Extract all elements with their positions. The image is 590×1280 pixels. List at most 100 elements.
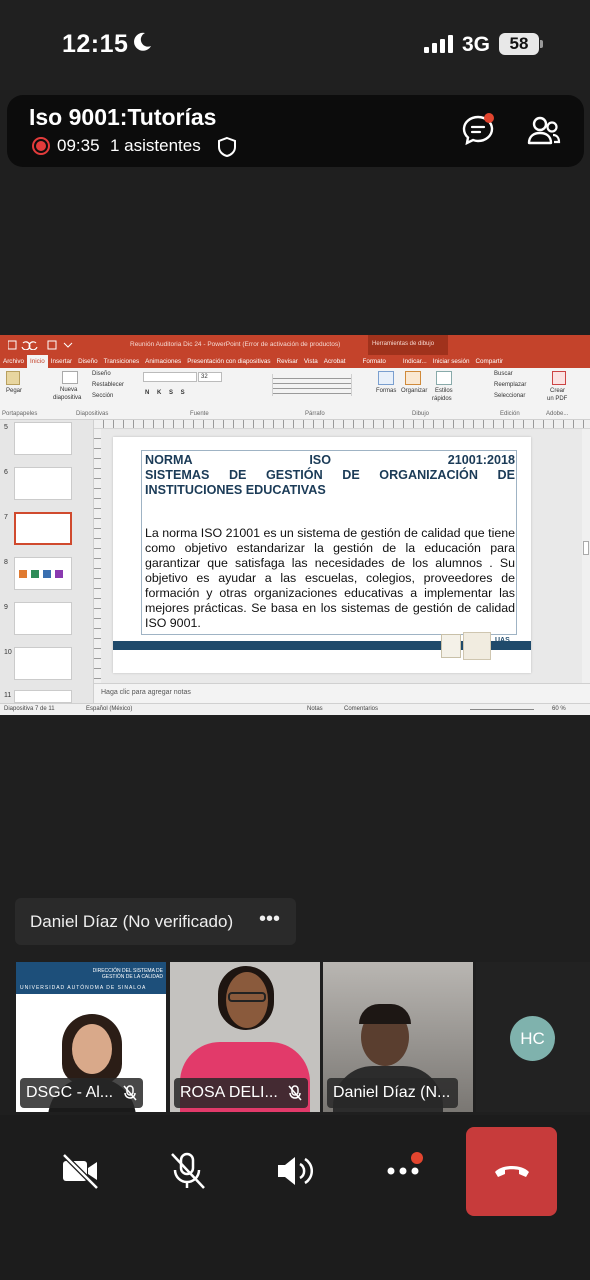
camera-off-icon[interactable]	[57, 1148, 103, 1194]
quick-access-icons[interactable]	[8, 340, 78, 350]
slide-body-text[interactable]: La norma ISO 21001 es un sistema de gest…	[145, 526, 515, 631]
group-label: Dibujo	[412, 411, 430, 417]
language-status[interactable]: Español (México)	[86, 706, 132, 712]
tab-indicar[interactable]: Indicar...	[400, 358, 430, 365]
create-pdf-label-2[interactable]: un PDF	[547, 396, 567, 402]
find-button[interactable]: Buscar	[494, 371, 513, 377]
participant-tile[interactable]: ROSA DELI...	[170, 962, 320, 1112]
participant-name: Daniel Díaz (N...	[333, 1084, 451, 1101]
battery-tip	[540, 40, 543, 48]
quick-styles-label[interactable]: Estilos	[435, 388, 453, 394]
comments-toggle[interactable]: Comentarios	[344, 706, 378, 712]
bold-italic-buttons[interactable]: N K S S	[145, 390, 188, 396]
notes-pane[interactable]: Haga clic para agregar notas	[94, 683, 590, 703]
tab-transiciones[interactable]: Transiciones	[101, 358, 142, 365]
paste-icon[interactable]	[6, 371, 20, 385]
quick-styles-icon[interactable]	[436, 371, 452, 385]
shared-screen[interactable]: Reunión Auditoria Dic 24 - PowerPoint (E…	[0, 335, 590, 715]
meeting-header: Iso 9001:Tutorías 09:35 1 asistentes	[7, 95, 584, 167]
slide-thumbnail[interactable]	[14, 690, 72, 703]
tab-vista[interactable]: Vista	[301, 358, 321, 365]
arrange-label[interactable]: Organizar	[401, 388, 427, 394]
slide-thumbnail[interactable]	[14, 647, 72, 680]
slide-thumbnail[interactable]	[14, 602, 72, 635]
tab-inicio[interactable]: Inicio	[27, 355, 48, 368]
slide-thumbnail[interactable]	[14, 422, 72, 455]
select-button[interactable]: Seleccionar	[494, 393, 525, 399]
slide-thumbnail[interactable]	[14, 557, 72, 590]
slide-canvas[interactable]: NORMA ISO 21001:2018 SISTEMAS DE GESTIÓN…	[101, 429, 582, 683]
new-slide-icon[interactable]	[62, 371, 78, 384]
create-pdf-label[interactable]: Crear	[550, 388, 565, 394]
status-bar: 12:15 3G 58	[0, 0, 590, 90]
participant-tile[interactable]: HC	[476, 962, 590, 1112]
battery-icon: 58	[499, 33, 539, 55]
group-label: Portapapeles	[2, 411, 38, 417]
tab-acrobat[interactable]: Acrobat	[321, 358, 349, 365]
speaker-icon[interactable]	[272, 1148, 318, 1194]
mic-off-icon[interactable]	[164, 1148, 210, 1194]
tab-formato[interactable]: Formato	[348, 358, 399, 365]
font-size-field[interactable]: 32	[198, 372, 222, 382]
participant-name: ROSA DELI...	[180, 1084, 278, 1101]
tab-archivo[interactable]: Archivo	[0, 358, 27, 365]
arrange-icon[interactable]	[405, 371, 421, 385]
slide-title[interactable]: NORMA ISO 21001:2018 SISTEMAS DE GESTIÓN…	[145, 453, 515, 498]
quick-styles-label-2[interactable]: rápidos	[432, 396, 452, 402]
vertical-scrollbar[interactable]	[582, 429, 590, 683]
pdf-icon[interactable]	[552, 371, 566, 385]
tab-presentacion[interactable]: Presentación con diapositivas	[184, 358, 273, 365]
slide-thumbnails[interactable]: 5 6 7 8 9 10 11	[0, 420, 94, 703]
new-slide-label-2[interactable]: diapositiva	[53, 395, 81, 401]
thumb-number: 5	[4, 424, 8, 431]
shield-icon[interactable]	[217, 136, 237, 158]
tab-insertar[interactable]: Insertar	[48, 358, 75, 365]
clock: 12:15	[62, 30, 129, 58]
layout-button[interactable]: Diseño	[92, 371, 111, 377]
new-slide-label[interactable]: Nueva	[60, 387, 77, 393]
section-button[interactable]: Sección	[92, 393, 113, 399]
participant-label: Daniel Díaz (N...	[327, 1078, 459, 1108]
more-options-icon[interactable]: •••	[259, 908, 280, 931]
group-label: Párrafo	[305, 411, 325, 417]
ruler-left	[94, 429, 101, 683]
ppt-titlebar: Reunión Auditoria Dic 24 - PowerPoint (E…	[0, 335, 590, 355]
reset-button[interactable]: Restablecer	[92, 382, 124, 388]
shapes-label[interactable]: Formas	[376, 388, 396, 394]
moon-icon	[134, 32, 151, 51]
paste-label[interactable]: Pegar	[6, 388, 22, 394]
participant-tile[interactable]: DIRECCIÓN DEL SISTEMA DE GESTIÓN DE LA C…	[16, 962, 166, 1112]
slide-thumbnail[interactable]	[14, 467, 72, 500]
zoom-slider[interactable]	[470, 709, 534, 710]
participant-name: DSGC - Al...	[26, 1084, 114, 1101]
notes-toggle[interactable]: Notas	[307, 706, 323, 712]
slide[interactable]: NORMA ISO 21001:2018 SISTEMAS DE GESTIÓN…	[113, 437, 531, 673]
banner-text-2: UNIVERSIDAD AUTÓNOMA DE SINALOA	[20, 985, 147, 991]
tab-animaciones[interactable]: Animaciones	[142, 358, 184, 365]
ppt-doc-title: Reunión Auditoria Dic 24 - PowerPoint (E…	[130, 341, 341, 348]
zoom-level[interactable]: 60 %	[552, 706, 566, 712]
tab-diseno[interactable]: Diseño	[75, 358, 101, 365]
slide-thumbnail-selected[interactable]	[14, 512, 72, 545]
meeting-title: Iso 9001:Tutorías	[29, 104, 217, 130]
tab-revisar[interactable]: Revisar	[274, 358, 301, 365]
presenter-name: Daniel Díaz (No verificado)	[30, 912, 234, 931]
participant-avatar: HC	[510, 1016, 555, 1061]
replace-button[interactable]: Reemplazar	[494, 382, 526, 388]
university-seal	[441, 634, 461, 658]
font-name-field[interactable]	[143, 372, 197, 382]
signin-link[interactable]: Iniciar sesión	[430, 358, 473, 365]
thumb-number: 9	[4, 604, 8, 611]
paragraph-tools[interactable]	[272, 374, 352, 396]
participant-tile[interactable]: Daniel Díaz (N...	[323, 962, 473, 1112]
presenter-pill[interactable]: Daniel Díaz (No verificado) •••	[15, 898, 296, 945]
banner-text: DIRECCIÓN DEL SISTEMA DE GESTIÓN DE LA C…	[92, 968, 163, 980]
share-button[interactable]: Compartir	[472, 358, 506, 365]
participants-icon[interactable]	[527, 115, 561, 147]
slide-counter: Diapositiva 7 de 11	[4, 706, 55, 712]
hang-up-button[interactable]	[466, 1127, 557, 1216]
department-logo	[463, 632, 491, 660]
chat-icon[interactable]	[461, 113, 495, 147]
shapes-icon[interactable]	[378, 371, 394, 385]
call-controls	[0, 1115, 590, 1280]
